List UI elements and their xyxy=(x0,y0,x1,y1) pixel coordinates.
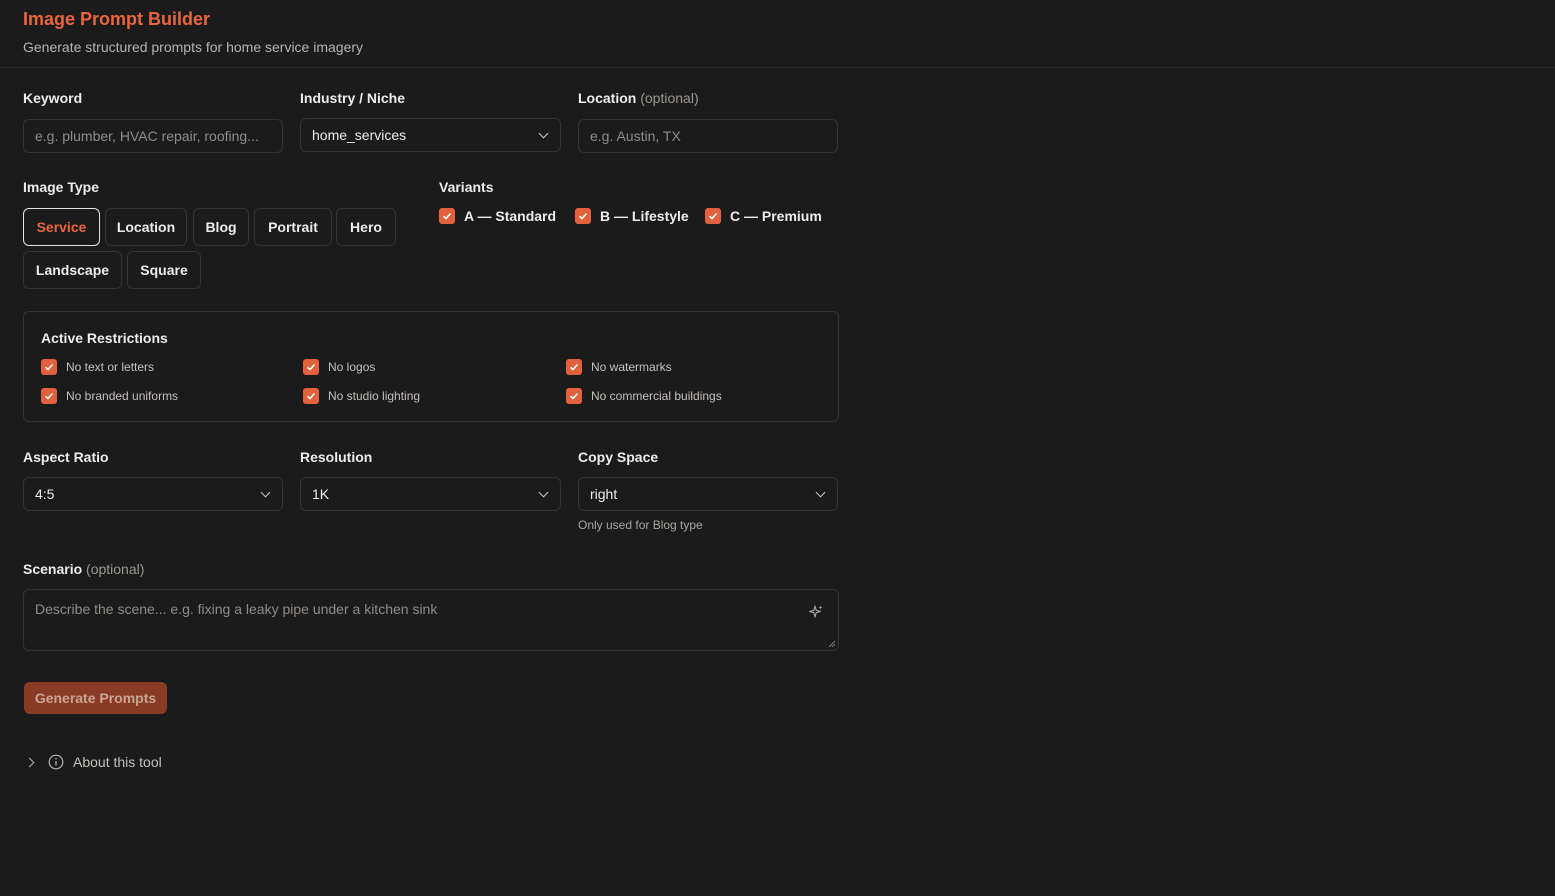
image-type-square[interactable]: Square xyxy=(127,251,201,289)
app-subtitle: Generate structured prompts for home ser… xyxy=(23,39,364,55)
image-type-location[interactable]: Location xyxy=(105,208,187,246)
industry-select[interactable]: home_services xyxy=(300,118,561,152)
variants-label: Variants xyxy=(439,179,494,195)
restriction-no-text[interactable]: No text or letters xyxy=(41,359,154,375)
variant-b[interactable]: B — Lifestyle xyxy=(575,208,689,224)
checkbox-checked-icon[interactable] xyxy=(439,208,455,224)
variant-c[interactable]: C — Premium xyxy=(705,208,822,224)
location-label-text: Location xyxy=(578,90,637,106)
restriction-no-studio-lighting[interactable]: No studio lighting xyxy=(303,388,420,404)
restriction-no-logos[interactable]: No logos xyxy=(303,359,375,375)
restriction-no-branded-uniforms[interactable]: No branded uniforms xyxy=(41,388,178,404)
checkbox-checked-icon[interactable] xyxy=(575,208,591,224)
scenario-textarea[interactable]: Describe the scene... e.g. fixing a leak… xyxy=(23,589,839,651)
chevron-down-icon xyxy=(539,489,549,499)
image-type-hero[interactable]: Hero xyxy=(336,208,396,246)
resolution-select[interactable]: 1K xyxy=(300,477,561,511)
generate-prompts-button[interactable]: Generate Prompts xyxy=(24,682,167,714)
variant-a-label: A — Standard xyxy=(464,208,557,224)
sparkle-icon[interactable] xyxy=(808,604,824,620)
restrictions-title: Active Restrictions xyxy=(41,330,168,346)
image-type-service[interactable]: Service xyxy=(23,208,100,246)
restriction-label: No branded uniforms xyxy=(66,389,179,403)
checkbox-checked-icon[interactable] xyxy=(705,208,721,224)
restriction-no-commercial-buildings[interactable]: No commercial buildings xyxy=(566,388,722,404)
restriction-label: No watermarks xyxy=(591,360,672,374)
info-icon xyxy=(48,754,64,770)
keyword-field[interactable] xyxy=(23,119,283,153)
variant-b-label: B — Lifestyle xyxy=(600,208,689,224)
checkbox-checked-icon[interactable] xyxy=(566,388,582,404)
resolution-label: Resolution xyxy=(300,449,373,465)
variant-c-label: C — Premium xyxy=(730,208,822,224)
scenario-label: Scenario (optional) xyxy=(23,561,144,577)
scenario-placeholder: Describe the scene... e.g. fixing a leak… xyxy=(35,601,438,617)
resolution-value: 1K xyxy=(312,486,330,502)
keyword-input[interactable] xyxy=(35,128,271,144)
restriction-label: No text or letters xyxy=(66,360,155,374)
image-type-landscape[interactable]: Landscape xyxy=(23,251,122,289)
industry-label: Industry / Niche xyxy=(300,90,406,106)
checkbox-checked-icon[interactable] xyxy=(41,359,57,375)
image-type-label: Image Type xyxy=(23,179,99,195)
location-field[interactable] xyxy=(578,119,838,153)
image-type-portrait[interactable]: Portrait xyxy=(254,208,332,246)
checkbox-checked-icon[interactable] xyxy=(566,359,582,375)
checkbox-checked-icon[interactable] xyxy=(303,359,319,375)
chevron-down-icon xyxy=(816,489,826,499)
restriction-label: No studio lighting xyxy=(328,389,421,403)
keyword-label: Keyword xyxy=(23,90,83,106)
copy-space-value: right xyxy=(590,486,618,502)
copy-space-label: Copy Space xyxy=(578,449,659,465)
checkbox-checked-icon[interactable] xyxy=(41,388,57,404)
chevron-down-icon xyxy=(261,489,271,499)
variant-a[interactable]: A — Standard xyxy=(439,208,556,224)
location-optional: (optional) xyxy=(640,90,699,106)
scenario-optional: (optional) xyxy=(86,561,145,577)
location-label: Location (optional) xyxy=(578,90,699,106)
aspect-ratio-select[interactable]: 4:5 xyxy=(23,477,283,511)
restriction-label: No commercial buildings xyxy=(591,389,722,403)
location-input[interactable] xyxy=(590,128,826,144)
about-label: About this tool xyxy=(73,754,162,770)
app-title: Image Prompt Builder xyxy=(23,9,211,29)
scenario-label-text: Scenario xyxy=(23,561,83,577)
aspect-ratio-label: Aspect Ratio xyxy=(23,449,109,465)
resize-handle-icon[interactable] xyxy=(828,640,836,648)
copy-space-hint: Only used for Blog type xyxy=(578,518,703,532)
checkbox-checked-icon[interactable] xyxy=(303,388,319,404)
copy-space-select[interactable]: right xyxy=(578,477,838,511)
header: Image Prompt Builder Generate structured… xyxy=(0,0,1555,68)
about-toggle[interactable]: About this tool xyxy=(26,754,162,770)
chevron-down-icon xyxy=(539,130,549,140)
restriction-no-watermarks[interactable]: No watermarks xyxy=(566,359,672,375)
aspect-ratio-value: 4:5 xyxy=(35,486,55,502)
chevron-right-icon xyxy=(26,757,36,767)
industry-value: home_services xyxy=(312,127,407,143)
image-type-blog[interactable]: Blog xyxy=(193,208,249,246)
restrictions-panel: Active Restrictions No text or letters N… xyxy=(23,311,839,422)
restriction-label: No logos xyxy=(328,360,376,374)
